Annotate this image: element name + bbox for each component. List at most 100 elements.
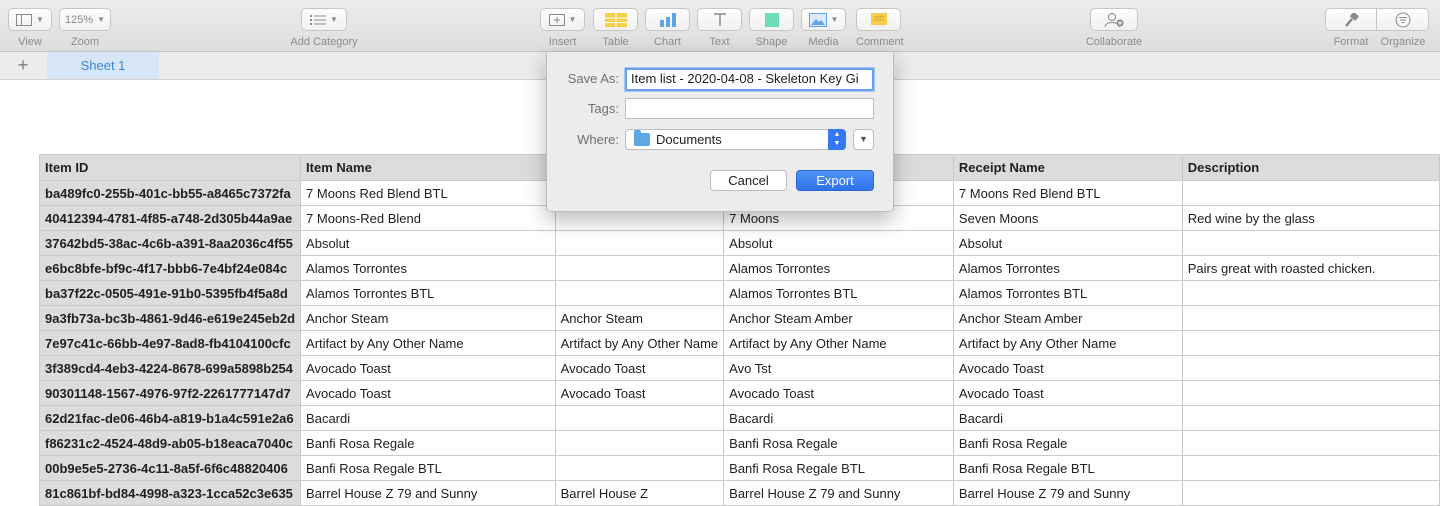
table-cell[interactable]: 7 Moons Red Blend BTL	[952, 180, 1183, 206]
export-button[interactable]: Export	[796, 170, 874, 191]
table-cell[interactable]	[1181, 305, 1440, 331]
table-cell[interactable]: Anchor Steam	[300, 305, 556, 331]
table-cell[interactable]: Banfi Rosa Regale	[300, 430, 556, 456]
table-cell[interactable]	[554, 455, 725, 481]
collaborate-tool[interactable]: Collaborate	[1083, 8, 1145, 48]
zoom-button[interactable]: 125% ▼	[59, 8, 111, 31]
cancel-button[interactable]: Cancel	[710, 170, 787, 191]
table-cell[interactable]	[554, 405, 725, 431]
tags-input[interactable]	[625, 98, 874, 119]
table-cell[interactable]	[1181, 480, 1440, 506]
table-cell[interactable]: 7 Moons-Red Blend	[300, 205, 556, 231]
table-cell[interactable]	[1181, 180, 1440, 206]
media-button[interactable]: ▼	[801, 8, 846, 31]
table-cell[interactable]: Avocado Toast	[300, 380, 556, 406]
shape-button[interactable]	[749, 8, 794, 31]
table-cell[interactable]: Barrel House Z 79 and Sunny	[723, 480, 954, 506]
table-cell[interactable]	[554, 430, 725, 456]
table-cell[interactable]: Alamos Torrontes	[723, 255, 954, 281]
table-cell[interactable]: Avocado Toast	[952, 355, 1183, 381]
table-cell[interactable]: Banfi Rosa Regale BTL	[300, 455, 556, 481]
table-cell[interactable]	[1181, 405, 1440, 431]
table-cell[interactable]: Bacardi	[300, 405, 556, 431]
where-select[interactable]: Documents ▲ ▼	[625, 129, 846, 150]
table-button[interactable]	[593, 8, 638, 31]
tab-sheet-1[interactable]: Sheet 1	[47, 52, 159, 79]
column-header-receipt-name[interactable]: Receipt Name	[952, 154, 1183, 181]
table-cell[interactable]: Alamos Torrontes	[952, 255, 1183, 281]
item-id-cell[interactable]: 37642bd5-38ac-4c6b-a391-8aa2036c4f55	[38, 230, 302, 256]
table-cell[interactable]: Avocado Toast	[723, 380, 954, 406]
table-cell[interactable]	[554, 255, 725, 281]
item-id-cell[interactable]: ba37f22c-0505-491e-91b0-5395fb4f5a8d	[38, 280, 302, 306]
item-id-cell[interactable]: 3f389cd4-4eb3-4224-8678-699a5898b254	[38, 355, 302, 381]
table-cell[interactable]: 7 Moons Red Blend BTL	[300, 180, 556, 206]
text-tool[interactable]: Text	[697, 8, 742, 48]
item-id-cell[interactable]: 7e97c41c-66bb-4e97-8ad8-fb4104100cfc	[38, 330, 302, 356]
table-cell[interactable]: Absolut	[723, 230, 954, 256]
item-id-cell[interactable]: f86231c2-4524-48d9-ab05-b18eaca7040c	[38, 430, 302, 456]
table-cell[interactable]: Banfi Rosa Regale BTL	[723, 455, 954, 481]
table-cell[interactable]: Barrel House Z	[554, 480, 725, 506]
shape-tool[interactable]: Shape	[749, 8, 794, 48]
table-cell[interactable]: Anchor Steam Amber	[952, 305, 1183, 331]
table-cell[interactable]	[1181, 280, 1440, 306]
add-sheet-button[interactable]: +	[10, 54, 36, 78]
table-cell[interactable]: Avocado Toast	[952, 380, 1183, 406]
table-cell[interactable]: Alamos Torrontes	[300, 255, 556, 281]
add-category-tool[interactable]: ▼ Add Category	[288, 8, 360, 48]
table-cell[interactable]: Anchor Steam	[554, 305, 725, 331]
item-id-cell[interactable]: 81c861bf-bd84-4998-a323-1cca52c3e635	[38, 480, 302, 506]
item-id-cell[interactable]: e6bc8bfe-bf9c-4f17-bbb6-7e4bf24e084c	[38, 255, 302, 281]
table-cell[interactable]: Avocado Toast	[300, 355, 556, 381]
table-cell[interactable]	[1181, 380, 1440, 406]
table-cell[interactable]: Artifact by Any Other Name	[952, 330, 1183, 356]
item-id-cell[interactable]: 00b9e5e5-2736-4c11-8a5f-6f6c48820406	[38, 455, 302, 481]
view-tool[interactable]: ▼ View	[7, 8, 53, 48]
item-id-cell[interactable]: 40412394-4781-4f85-a748-2d305b44a9ae	[38, 205, 302, 231]
table-cell[interactable]	[1181, 355, 1440, 381]
table-cell[interactable]: Absolut	[300, 230, 556, 256]
table-cell[interactable]: Barrel House Z 79 and Sunny	[952, 480, 1183, 506]
item-id-cell[interactable]: 90301148-1567-4976-97f2-2261777147d7	[38, 380, 302, 406]
table-tool[interactable]: Table	[593, 8, 638, 48]
column-header-description[interactable]: Description	[1181, 154, 1440, 181]
text-button[interactable]	[697, 8, 742, 31]
table-cell[interactable]: Banfi Rosa Regale BTL	[952, 455, 1183, 481]
item-id-cell[interactable]: 62d21fac-de06-46b4-a819-b1a4c591e2a6	[38, 405, 302, 431]
expand-dialog-button[interactable]: ▼	[853, 129, 874, 150]
table-cell[interactable]: Seven Moons	[952, 205, 1183, 231]
table-cell[interactable]: Artifact by Any Other Name	[300, 330, 556, 356]
add-category-button[interactable]: ▼	[301, 8, 347, 31]
table-cell[interactable]: Avocado Toast	[554, 380, 725, 406]
organize-button[interactable]	[1377, 8, 1429, 31]
table-cell[interactable]: Alamos Torrontes BTL	[952, 280, 1183, 306]
table-cell[interactable]	[1181, 330, 1440, 356]
table-cell[interactable]: Pairs great with roasted chicken.	[1181, 255, 1440, 281]
zoom-tool[interactable]: 125% ▼ Zoom	[59, 8, 111, 48]
save-as-input[interactable]: Item list - 2020-04-08 - Skeleton Key Gi	[625, 68, 874, 91]
column-header-item-id[interactable]: Item ID	[38, 154, 302, 181]
table-cell[interactable]: Alamos Torrontes BTL	[723, 280, 954, 306]
view-button[interactable]: ▼	[8, 8, 52, 31]
table-cell[interactable]	[1181, 230, 1440, 256]
table-cell[interactable]: Artifact by Any Other Name	[554, 330, 725, 356]
table-cell[interactable]: Bacardi	[952, 405, 1183, 431]
table-cell[interactable]: Red wine by the glass	[1181, 205, 1440, 231]
table-cell[interactable]: Absolut	[952, 230, 1183, 256]
column-header-item-name[interactable]: Item Name	[300, 154, 556, 181]
table-cell[interactable]: Banfi Rosa Regale	[952, 430, 1183, 456]
insert-button[interactable]: ▼	[540, 8, 585, 31]
item-id-cell[interactable]: ba489fc0-255b-401c-bb55-a8465c7372fa	[38, 180, 302, 206]
media-tool[interactable]: ▼ Media	[801, 8, 846, 48]
table-cell[interactable]: Avocado Toast	[554, 355, 725, 381]
table-cell[interactable]	[1181, 455, 1440, 481]
comment-button[interactable]	[856, 8, 901, 31]
table-cell[interactable]: Avo Tst	[723, 355, 954, 381]
collaborate-button[interactable]	[1090, 8, 1138, 31]
table-cell[interactable]: Barrel House Z 79 and Sunny	[300, 480, 556, 506]
table-cell[interactable]: Alamos Torrontes BTL	[300, 280, 556, 306]
table-cell[interactable]	[554, 230, 725, 256]
table-cell[interactable]: Artifact by Any Other Name	[723, 330, 954, 356]
table-cell[interactable]	[554, 280, 725, 306]
